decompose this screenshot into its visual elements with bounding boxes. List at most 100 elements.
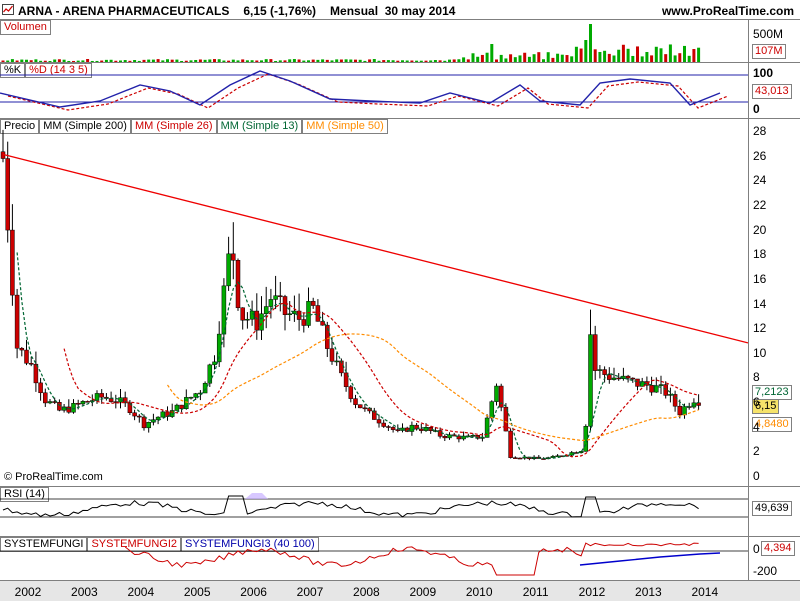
volume-bar <box>565 55 569 62</box>
candle-down <box>38 382 43 394</box>
stochastic-plot <box>0 70 748 111</box>
stoch-d-line <box>7 73 729 111</box>
volume-bar <box>697 47 701 62</box>
candle-down <box>592 334 598 371</box>
candle-up <box>658 384 664 386</box>
candle-up <box>306 301 311 326</box>
candle-up <box>80 401 86 405</box>
candle-down <box>381 422 386 427</box>
rsi-value-box: 49,639 <box>752 501 792 516</box>
candle-down <box>137 415 142 418</box>
candle-up <box>334 360 339 363</box>
candle-down <box>442 436 448 439</box>
volume-bar <box>556 53 560 62</box>
price-tick-28: 28 <box>753 124 767 138</box>
volume-bar <box>532 54 536 62</box>
volume-bar <box>664 54 668 62</box>
price-tick-16: 16 <box>753 271 767 286</box>
x-tick-2012: 2012 <box>578 585 606 599</box>
rsi-scale: 49,639 <box>748 486 800 536</box>
candle-up <box>268 299 274 307</box>
chart-header: ARNA - ARENA PHARMACEUTICALS 6,15 (-1,76%… <box>0 0 800 20</box>
candle-down <box>376 419 382 424</box>
volume-bar <box>523 52 527 62</box>
volume-tick-500m: 500M <box>753 27 784 41</box>
volume-bar <box>584 40 588 62</box>
candle-down <box>329 348 335 362</box>
volume-bar <box>603 50 607 62</box>
price-tick-24: 24 <box>753 173 767 188</box>
candle-down <box>315 305 321 322</box>
candle-down <box>10 229 15 296</box>
candle-down <box>348 386 354 399</box>
candle-up <box>221 285 227 335</box>
price-tick-2: 2 <box>753 444 760 459</box>
price-tick-20: 20 <box>753 222 767 237</box>
site-link[interactable]: www.ProRealTime.com <box>662 4 794 18</box>
price-tick-26: 26 <box>753 148 767 163</box>
chart-icon <box>2 4 14 15</box>
candle-down <box>5 158 10 231</box>
volume-bar <box>683 45 686 62</box>
x-tick-2002: 2002 <box>14 585 42 599</box>
candle-up <box>193 393 198 398</box>
ma50-line <box>167 333 699 442</box>
candle-up <box>583 426 589 452</box>
volume-bar <box>692 49 696 62</box>
volume-bar <box>560 54 564 62</box>
price-tick-14: 14 <box>753 296 767 311</box>
ticker-name: ARNA - ARENA PHARMACEUTICALS <box>18 4 230 18</box>
systemfungi-plot <box>0 542 748 576</box>
volume-bar <box>645 51 649 62</box>
candle-down <box>141 416 147 429</box>
candle-up <box>174 404 180 411</box>
header-text: ARNA - ARENA PHARMACEUTICALS 6,15 (-1,76%… <box>18 4 469 18</box>
x-tick-2013: 2013 <box>635 585 662 599</box>
candle-down <box>508 430 513 458</box>
price-tick-10: 10 <box>753 345 767 360</box>
candle-up <box>470 435 476 437</box>
candle-up <box>555 455 560 458</box>
x-tick-2007: 2007 <box>296 585 324 599</box>
price-tick-6: 6 <box>753 395 760 410</box>
resistance-trendline <box>2 153 748 344</box>
volume-bar <box>579 48 583 62</box>
price-tick-4: 4 <box>753 419 760 434</box>
candle-down <box>28 363 34 365</box>
candle-down <box>75 403 81 405</box>
price-tick-22: 22 <box>753 197 767 212</box>
candle-up <box>226 253 231 287</box>
stoch-tick-0: 0 <box>753 102 760 116</box>
systemfungi2-line <box>124 542 699 576</box>
volume-bar <box>499 54 503 62</box>
candle-down <box>386 426 391 428</box>
candle-down <box>353 398 358 405</box>
volume-bar <box>654 46 658 62</box>
candle-down <box>395 429 401 431</box>
candle-up <box>682 406 687 416</box>
volume-bar <box>490 44 494 62</box>
rsi-plot <box>0 493 748 518</box>
rsi-overbought-fill <box>245 493 268 499</box>
x-tick-2010: 2010 <box>465 585 493 599</box>
volume-bar <box>668 44 672 62</box>
candle-down <box>19 347 25 351</box>
volume-scale: 500M 107M <box>748 19 800 62</box>
sf-tick-0: 0 <box>753 542 760 556</box>
candle-down <box>66 406 72 413</box>
candle-down <box>677 405 683 416</box>
x-tick-2014: 2014 <box>691 585 719 599</box>
candle-up <box>47 401 53 404</box>
candle-down <box>108 398 114 402</box>
x-axis: 2002 2003 2004 2005 2006 2007 2008 2009 2010 2011… <box>0 580 800 601</box>
candle-down <box>357 404 363 409</box>
candle-down <box>301 319 307 326</box>
volume-bar <box>650 55 654 62</box>
candle-up <box>287 313 292 316</box>
candle-down <box>635 378 640 387</box>
candle-up <box>188 396 194 399</box>
volume-bar <box>621 44 625 62</box>
systemfungi-pane: SYSTEMFUNGI SYSTEMFUNGI2 SYSTEMFUNGI3 (4… <box>0 536 748 581</box>
x-tick-2003: 2003 <box>71 585 98 599</box>
candle-down <box>278 295 283 297</box>
